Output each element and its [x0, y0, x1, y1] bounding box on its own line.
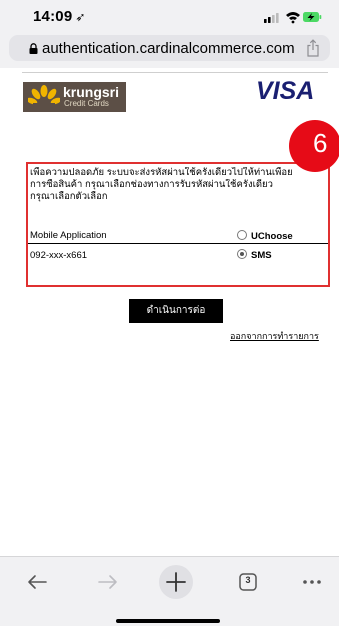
- forward-icon[interactable]: [93, 567, 123, 597]
- location-arrow-icon: ➶: [75, 10, 86, 24]
- step-number-badge: 6: [289, 120, 339, 172]
- continue-button[interactable]: ดำเนินการต่อ: [129, 299, 223, 323]
- web-page: krungsri Credit Cards VISA เพื่อความปลอด…: [0, 68, 339, 556]
- notice-line: เพื่อความปลอดภัย ระบบจะส่งรหัสผ่านใช้ครั…: [30, 167, 293, 178]
- home-indicator: [116, 619, 220, 623]
- option-divider: [28, 243, 328, 244]
- notice-text: เพื่อความปลอดภัย ระบบจะส่งรหัสผ่านใช้ครั…: [30, 167, 326, 203]
- step-number: 6: [313, 128, 328, 158]
- top-divider: [22, 72, 328, 73]
- radio-sms[interactable]: [237, 249, 247, 259]
- signal-wifi-battery-icon: [264, 12, 322, 24]
- krungsri-logo: krungsri Credit Cards: [23, 82, 126, 112]
- option-mobile-app-label: Mobile Application: [30, 230, 107, 241]
- browser-bottom-toolbar: 3: [0, 556, 339, 626]
- url-text: authentication.cardinalcommerce.com: [42, 40, 295, 57]
- url-display[interactable]: authentication.cardinalcommerce.com: [29, 40, 295, 57]
- notice-line: กรุณาเลือกตัวเลือก: [30, 191, 108, 202]
- radio-uchoose-label[interactable]: UChoose: [251, 231, 293, 242]
- address-bar[interactable]: authentication.cardinalcommerce.com: [9, 35, 330, 61]
- share-icon[interactable]: [306, 39, 320, 57]
- otp-channel-box: เพื่อความปลอดภัย ระบบจะส่งรหัสผ่านใช้ครั…: [26, 162, 330, 287]
- radio-uchoose[interactable]: [237, 230, 247, 240]
- krungsri-name: krungsri: [63, 84, 120, 100]
- more-icon[interactable]: [297, 567, 327, 597]
- clock-text: 14:09: [33, 8, 73, 25]
- status-time: 14:09 ➶: [33, 8, 86, 25]
- back-icon[interactable]: [22, 567, 52, 597]
- exit-transaction-link[interactable]: ออกจากการทำรายการ: [230, 329, 319, 343]
- new-tab-icon[interactable]: [157, 563, 195, 601]
- visa-logo: VISA: [256, 77, 315, 105]
- status-bar: 14:09 ➶: [0, 0, 339, 30]
- tabs-count: 3: [245, 575, 251, 585]
- browser-top-bar: 14:09 ➶ authentication.cardinalcommerce.c…: [0, 0, 339, 68]
- notice-line: การซื้อสินค้า กรุณาเลือกช่องทางการรับรหั…: [30, 179, 273, 190]
- radio-sms-label[interactable]: SMS: [251, 250, 272, 261]
- lock-icon: [29, 43, 38, 54]
- tabs-button[interactable]: 3: [233, 567, 263, 597]
- krungsri-emblem-icon: [28, 85, 60, 108]
- option-phone-label: 092-xxx-x661: [30, 250, 88, 261]
- krungsri-subtitle: Credit Cards: [64, 99, 109, 108]
